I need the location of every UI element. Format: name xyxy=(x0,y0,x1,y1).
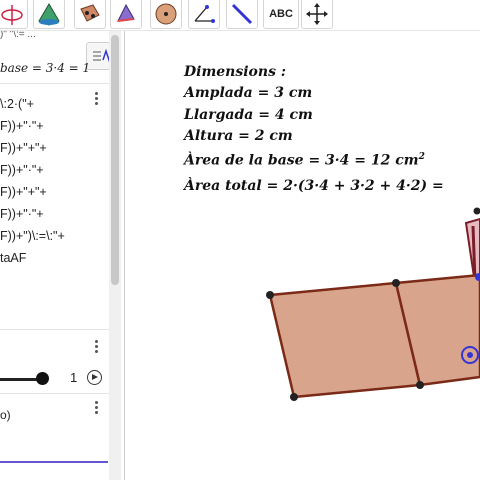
code-line: F))+"+"+ xyxy=(0,141,47,155)
pyramid-tool[interactable] xyxy=(33,0,65,29)
cube-net-icon xyxy=(80,4,100,22)
cube-net-tool[interactable] xyxy=(74,0,106,29)
divider xyxy=(0,83,110,84)
rotate-view-tool[interactable] xyxy=(0,0,28,29)
pyramid-icon xyxy=(38,3,60,26)
algebra-scrollbar[interactable] xyxy=(109,31,121,480)
toolbar: ABC xyxy=(0,0,480,31)
sphere-tool[interactable] xyxy=(150,0,182,29)
divider xyxy=(0,393,110,394)
vertex-point[interactable] xyxy=(473,207,480,215)
item-menu-icon[interactable] xyxy=(93,400,99,414)
line-tool[interactable] xyxy=(226,0,258,29)
vertex-point[interactable] xyxy=(416,381,424,389)
code-line: \:2·("+ xyxy=(0,97,34,111)
text-definition[interactable]: \:2·("+ F))+"·"+ F))+"+"+ F))+"·"+ F))+"… xyxy=(0,93,110,269)
input-bar-underline[interactable] xyxy=(0,461,108,463)
algebra-item-fragment[interactable]: o) xyxy=(0,408,11,422)
item-menu-icon[interactable] xyxy=(93,339,99,353)
graphics-view[interactable]: Dimensions : Amplada = 3 cm Llargada = 4… xyxy=(128,31,480,480)
divider xyxy=(0,329,110,330)
code-line: F))+")\:=\:"+ xyxy=(0,229,65,243)
algebra-top-fragment: )" "\:= ... xyxy=(0,31,36,40)
scroll-thumb[interactable] xyxy=(111,35,119,285)
rotate-view-icon xyxy=(1,5,23,25)
move-arrows-icon xyxy=(306,3,328,25)
vertex-point[interactable] xyxy=(290,393,298,401)
upright-edge xyxy=(471,225,477,282)
prism-tool[interactable] xyxy=(110,0,142,29)
code-line: F))+"·"+ xyxy=(0,163,44,177)
prism-icon xyxy=(117,3,135,22)
selected-point[interactable] xyxy=(467,352,473,358)
code-line: F))+"+"+ xyxy=(0,185,47,199)
net-face-left[interactable] xyxy=(268,281,422,399)
line-icon xyxy=(231,3,253,25)
prism-net[interactable] xyxy=(128,31,480,480)
vertex-point[interactable] xyxy=(392,279,400,287)
code-line: taAF xyxy=(0,251,27,265)
text-tool-label: ABC xyxy=(269,8,293,20)
sphere-icon xyxy=(155,3,177,25)
base-area-expression[interactable]: base = 3·4 = 1 xyxy=(0,61,110,79)
angle-icon xyxy=(194,5,215,23)
vertex-point[interactable] xyxy=(266,291,274,299)
slider-handle[interactable] xyxy=(36,372,49,385)
move-graphics-tool[interactable] xyxy=(301,0,333,29)
text-tool[interactable]: ABC xyxy=(263,0,299,29)
algebra-panel: )" "\:= ... base = 3·4 = 1 \:2·("+ F))+"… xyxy=(0,31,125,480)
angle-tool[interactable] xyxy=(188,0,220,29)
code-line: F))+"·"+ xyxy=(0,207,44,221)
slider-value: 1 xyxy=(70,370,78,385)
code-line: F))+"·"+ xyxy=(0,119,44,133)
play-animation-button[interactable] xyxy=(87,370,102,385)
